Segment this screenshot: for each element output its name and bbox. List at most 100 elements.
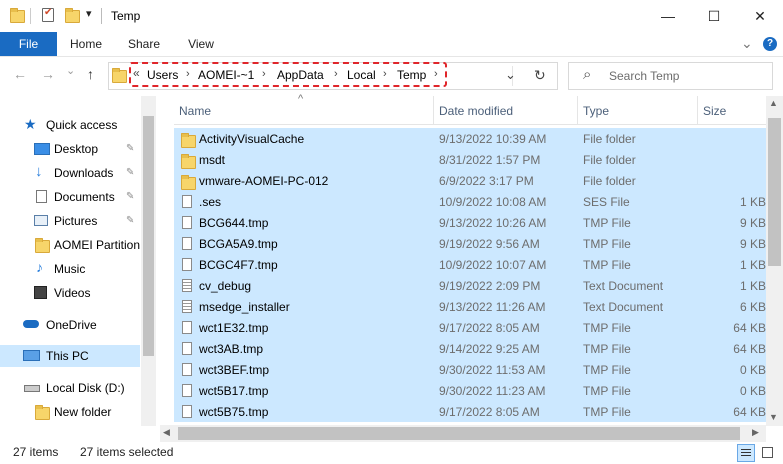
file-row[interactable]: cv_debug 9/19/2022 2:09 PM Text Document 1 … [174, 275, 766, 296]
file-name: BCGA5A9.tmp [199, 237, 278, 251]
breadcrumb-overflow[interactable]: « [133, 66, 140, 80]
sidebar-item-this-pc[interactable]: This PC [0, 345, 140, 367]
properties-icon[interactable]: ✔ [42, 7, 54, 22]
breadcrumb-local[interactable]: Local [347, 68, 376, 82]
sidebar-item-local-disk-d[interactable]: Local Disk (D:) [0, 377, 140, 399]
pin-icon[interactable]: ✎ [126, 167, 134, 178]
sidebar-item-desktop[interactable]: Desktop ✎ [0, 138, 140, 160]
column-divider[interactable] [433, 96, 434, 124]
up-button[interactable]: ↑ [87, 66, 94, 82]
close-button[interactable]: ✕ [737, 0, 783, 32]
file-row[interactable]: wct5B17.tmp 9/30/2022 11:23 AM TMP File 0 K… [174, 380, 766, 401]
breadcrumb-users[interactable]: Users [147, 68, 178, 82]
breadcrumb-temp[interactable]: Temp [397, 68, 426, 82]
file-date-modified: 9/30/2022 11:23 AM [439, 384, 546, 398]
scroll-down-arrow[interactable]: ▼ [769, 412, 778, 422]
breadcrumb-separator[interactable]: › [334, 68, 338, 80]
file-row[interactable]: ActivityVisualCache 9/13/2022 10:39 AM Fil… [174, 128, 766, 149]
file-date-modified: 9/30/2022 11:53 AM [439, 363, 546, 377]
file-row[interactable]: wct5B75.tmp 9/17/2022 8:05 AM TMP File 64 K… [174, 401, 766, 422]
pictures-icon [34, 215, 48, 226]
column-header-size[interactable]: Size [703, 104, 726, 118]
column-divider[interactable] [577, 96, 578, 124]
large-icons-view-button[interactable] [760, 445, 776, 461]
cloud-icon [23, 320, 39, 328]
maximize-button[interactable]: ☐ [691, 0, 737, 32]
status-bar: 27 items 27 items selected [0, 442, 783, 464]
search-box[interactable]: ⌕ Search Temp [568, 62, 773, 90]
sidebar-item-music[interactable]: ♪ Music [0, 258, 140, 280]
file-row[interactable]: wct3AB.tmp 9/14/2022 9:25 AM TMP File 64 KB [174, 338, 766, 359]
file-row[interactable]: msedge_installer 9/13/2022 11:26 AM Text D… [174, 296, 766, 317]
breadcrumb-separator[interactable]: › [262, 68, 266, 80]
sidebar-item-quick-access[interactable]: ★ Quick access [0, 114, 140, 136]
new-folder-icon[interactable] [65, 8, 80, 23]
pin-icon[interactable]: ✎ [126, 215, 134, 226]
sidebar-item-new-folder[interactable]: New folder [0, 401, 140, 423]
sidebar-item-pictures[interactable]: Pictures ✎ [0, 210, 140, 232]
breadcrumb-separator[interactable]: › [383, 68, 387, 80]
computer-icon [23, 350, 40, 361]
address-dropdown-icon[interactable]: ⌄ [505, 67, 516, 83]
file-type: TMP File [583, 258, 631, 272]
customize-quick-access-dropdown[interactable]: ▾ [86, 7, 92, 20]
scroll-up-arrow[interactable]: ▲ [769, 98, 778, 108]
details-view-button[interactable] [737, 444, 755, 462]
pin-icon[interactable]: ✎ [126, 143, 134, 154]
refresh-button[interactable]: ↻ [534, 67, 546, 84]
file-name: msedge_installer [199, 300, 290, 314]
desktop-icon [34, 143, 50, 155]
file-row[interactable]: wct3BEF.tmp 9/30/2022 11:53 AM TMP File 0 K… [174, 359, 766, 380]
file-icon [182, 258, 192, 271]
expand-ribbon-icon[interactable]: ⌄ [741, 35, 753, 52]
file-type: File folder [583, 132, 636, 146]
sidebar-item-downloads[interactable]: ↓ Downloads ✎ [0, 162, 140, 184]
file-type: TMP File [583, 237, 631, 251]
tab-home[interactable]: Home [64, 32, 108, 56]
file-row[interactable]: vmware-AOMEI-PC-012 6/9/2022 3:17 PM File … [174, 170, 766, 191]
search-input[interactable]: Search Temp [609, 69, 679, 83]
folder-icon [10, 8, 25, 23]
file-name: wct1E32.tmp [199, 321, 269, 335]
breadcrumb-separator[interactable]: › [186, 68, 190, 80]
divider [101, 8, 102, 24]
sidebar-item-aomei-partition[interactable]: AOMEI Partition [0, 234, 140, 256]
breadcrumb-aomei[interactable]: AOMEI-~1 [198, 68, 254, 82]
pin-icon[interactable]: ✎ [126, 191, 134, 202]
file-date-modified: 9/13/2022 11:26 AM [439, 300, 546, 314]
sidebar-item-onedrive[interactable]: OneDrive [0, 314, 140, 336]
file-row[interactable]: BCG644.tmp 9/13/2022 10:26 AM TMP File 9 KB [174, 212, 766, 233]
column-header-name[interactable]: Name [179, 104, 211, 118]
scroll-right-arrow[interactable]: ▶ [752, 427, 759, 438]
search-icon: ⌕ [583, 66, 592, 83]
file-row[interactable]: BCGA5A9.tmp 9/19/2022 9:56 AM TMP File 9 KB [174, 233, 766, 254]
file-type: TMP File [583, 363, 631, 377]
file-icon [182, 216, 192, 229]
scroll-left-arrow[interactable]: ◀ [163, 427, 170, 438]
file-row[interactable]: wct1E32.tmp 9/17/2022 8:05 AM TMP File 64 K… [174, 317, 766, 338]
minimize-button[interactable]: — [645, 0, 691, 32]
back-button[interactable]: ← [13, 66, 27, 82]
tab-file[interactable]: File [0, 32, 57, 56]
recent-locations-button[interactable]: ⌄ [66, 64, 75, 77]
forward-button[interactable]: → [41, 66, 55, 82]
column-divider[interactable] [697, 96, 698, 124]
breadcrumb-appdata[interactable]: AppData [277, 68, 324, 82]
file-row[interactable]: msdt 8/31/2022 1:57 PM File folder [174, 149, 766, 170]
file-row[interactable]: BCGC4F7.tmp 10/9/2022 10:07 AM TMP File 1 K… [174, 254, 766, 275]
sidebar-item-documents[interactable]: Documents ✎ [0, 186, 140, 208]
file-row[interactable]: .ses 10/9/2022 10:08 AM SES File 1 KB [174, 191, 766, 212]
folder-icon [35, 405, 50, 420]
help-icon[interactable]: ? [763, 37, 777, 51]
horizontal-scrollbar-thumb[interactable] [178, 427, 740, 440]
vertical-scrollbar-thumb[interactable] [768, 118, 781, 266]
column-header-date-modified[interactable]: Date modified [439, 104, 513, 118]
breadcrumb-separator[interactable]: › [434, 68, 438, 80]
file-type: SES File [583, 195, 630, 209]
tab-share[interactable]: Share [120, 32, 168, 56]
navigation-scrollbar-thumb[interactable] [143, 116, 154, 356]
column-header-type[interactable]: Type [583, 104, 609, 118]
tab-view[interactable]: View [180, 32, 222, 56]
sidebar-item-videos[interactable]: Videos [0, 282, 140, 304]
file-size: 1 KB [739, 279, 766, 293]
